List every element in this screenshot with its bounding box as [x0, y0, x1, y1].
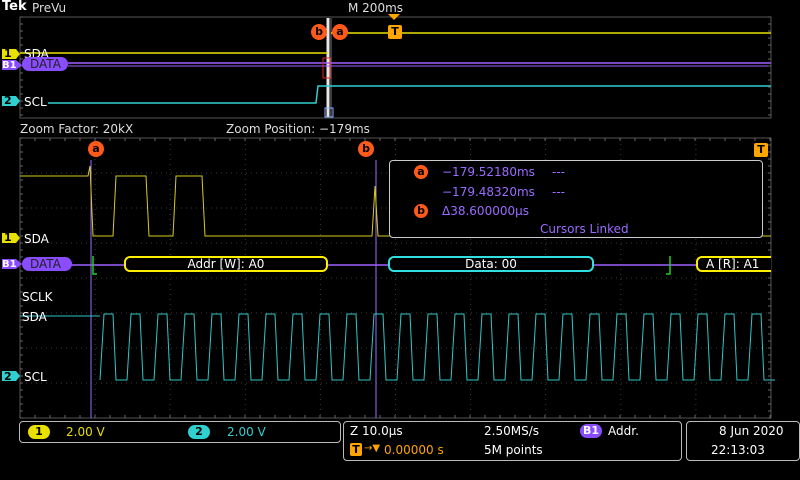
- status-ch2-scale: 2.00 V: [227, 425, 266, 439]
- readout-a-time: −179.52180ms: [442, 165, 535, 179]
- overview-cursor-a-icon[interactable]: a: [332, 24, 348, 40]
- trigger-position-marker[interactable]: [388, 14, 400, 20]
- main-cursor-b-icon[interactable]: b: [358, 141, 374, 157]
- time: 22:13:03: [711, 443, 765, 457]
- main-ch2-label: SCL: [24, 370, 47, 384]
- status-ch1-scale: 2.00 V: [66, 425, 105, 439]
- overview-cursor-b-icon[interactable]: b: [311, 24, 327, 40]
- record-length: 5M points: [484, 443, 543, 457]
- main-ch2-number[interactable]: 2: [4, 370, 12, 384]
- scope-graphics: [2, 16, 775, 419]
- zoom-scale: Z 10.0µs: [350, 424, 403, 438]
- readout-cursor-b-icon: b: [414, 204, 428, 218]
- decode-packet-addr-read[interactable]: A [R]: A1: [696, 256, 771, 272]
- readout-cursors-linked: Cursors Linked: [540, 222, 629, 236]
- timebase-readout[interactable]: M 200ms: [348, 1, 403, 15]
- readout-second-value: ---: [552, 185, 565, 199]
- decode-packet-addr-write-text: Addr [W]: A0: [187, 257, 265, 271]
- overview-ch2-number[interactable]: 2: [4, 94, 12, 108]
- readout-cursor-a-icon: a: [414, 165, 428, 179]
- zoom-scl-trace: [99, 313, 775, 381]
- sda-label: SDA: [22, 310, 47, 324]
- status-trigger-icon: T: [350, 443, 362, 456]
- main-ch1-number[interactable]: 1: [4, 231, 12, 245]
- overview-ch2-label: SCL: [24, 95, 47, 109]
- bus-trigger-type: Addr.: [608, 424, 639, 438]
- main-bus-badge[interactable]: B1: [2, 258, 17, 272]
- overview-trigger-icon[interactable]: T: [388, 25, 402, 39]
- zoom-factor: Zoom Factor: 20kX: [20, 122, 134, 136]
- cursor-readout-panel[interactable]: a −179.52180ms --- −179.48320ms --- b Δ3…: [389, 160, 763, 238]
- readout-a-value: ---: [552, 165, 565, 179]
- acquisition-mode: PreVu: [32, 1, 67, 15]
- channel-scale-panel[interactable]: 1 2.00 V 2 2.00 V: [19, 421, 341, 443]
- sample-rate: 2.50MS/s: [484, 424, 539, 438]
- decode-packet-data[interactable]: Data: 00: [388, 256, 594, 272]
- status-ch2-badge[interactable]: 2: [188, 425, 210, 439]
- brand-logo: Tek: [2, 0, 27, 14]
- overview-scl-trace: [48, 85, 771, 104]
- trigger-offset: 0.00000 s: [384, 443, 444, 457]
- overview-bus-label: DATA: [30, 57, 61, 71]
- main-trigger-icon[interactable]: T: [754, 143, 768, 157]
- main-bus-label: DATA: [30, 257, 61, 271]
- overview-bus-badge[interactable]: B1: [2, 59, 17, 73]
- sclk-label: SCLK: [22, 290, 53, 304]
- status-bus-badge[interactable]: B1: [580, 424, 602, 438]
- zoom-position: Zoom Position: −179ms: [226, 122, 370, 136]
- decode-packet-addr-write[interactable]: Addr [W]: A0: [124, 256, 328, 272]
- readout-delta: Δ38.600000µs: [442, 204, 529, 218]
- decode-packet-addr-read-text: A [R]: A1: [706, 257, 760, 271]
- horizontal-trigger-panel[interactable]: Z 10.0µs 2.50MS/s B1 Addr. T →▼ 0.00000 …: [343, 421, 682, 461]
- date: 8 Jun 2020: [719, 424, 784, 438]
- main-cursor-a-icon[interactable]: a: [88, 141, 104, 157]
- decode-packet-data-text: Data: 00: [465, 257, 517, 271]
- trigger-arrow-icon: →▼: [364, 443, 381, 454]
- main-ch1-label: SDA: [24, 232, 49, 246]
- status-ch1-badge[interactable]: 1: [28, 425, 50, 439]
- readout-second-time: −179.48320ms: [442, 185, 535, 199]
- date-time-panel: 8 Jun 2020 22:13:03: [686, 421, 800, 461]
